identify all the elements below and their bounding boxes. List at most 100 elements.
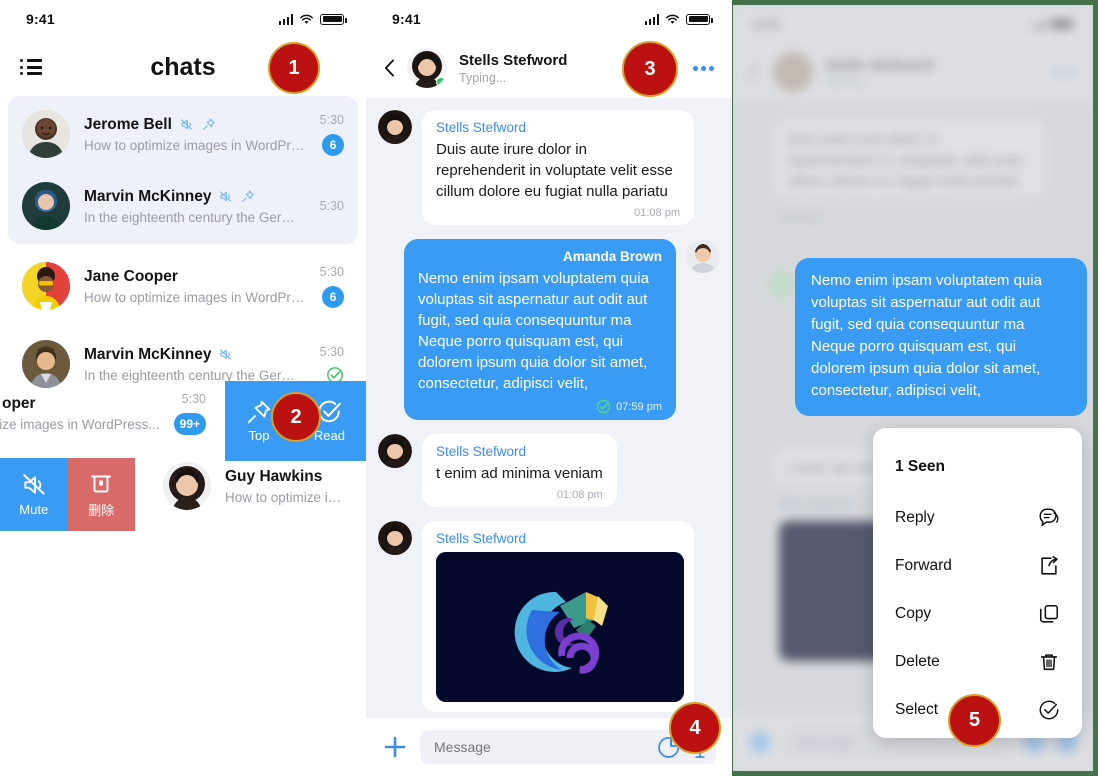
read-check-icon <box>597 399 611 414</box>
chat-list-item-jane-cooper[interactable]: Jane Cooper How to optimize images in Wo… <box>8 250 358 322</box>
chat-item-name: Marvin McKinney <box>84 187 212 205</box>
swipe-action-label: Top <box>248 428 270 443</box>
forward-share-icon <box>1041 556 1058 575</box>
avatar <box>378 521 412 555</box>
context-menu-item-forward[interactable]: Forward <box>873 542 1082 590</box>
status-time: 9:41 <box>392 11 421 27</box>
chat-item-meta: 5:30 <box>320 345 344 384</box>
message-list: Stells Stefword Duis aute irure dolor in… <box>366 98 732 754</box>
phone-panel-context-menu-inner: 9:41 Stells Stefword Typing... Duis aute… <box>733 5 1093 771</box>
context-menu-item-label: Copy <box>895 605 932 622</box>
conversation-contact-name-blurred: Stells Stefword <box>825 56 934 74</box>
pin-icon <box>202 118 215 130</box>
status-bar-panel1: 9:41 <box>0 0 366 38</box>
chat-item-time: 5:30 <box>319 112 344 127</box>
message-sender: Stells Stefword <box>436 120 527 135</box>
message-row-blurred: Duis aute irure dolor in reprehenderit i… <box>745 119 1081 198</box>
chat-item-name: oper <box>2 395 36 412</box>
chat-item-content: Guy Hawkins How to optimize images in W <box>225 468 352 505</box>
message-meta: 01:08 pm <box>436 207 680 219</box>
battery-full-icon <box>320 13 347 25</box>
chat-list-item-jerome-bell[interactable]: Jerome Bell How to optimize images in Wo… <box>8 98 358 170</box>
list-menu-icon[interactable] <box>20 59 42 75</box>
pin-icon <box>242 190 255 202</box>
context-menu-item-copy[interactable]: Copy <box>873 590 1082 638</box>
swipe-action-label: Read <box>313 428 345 443</box>
step-marker-1: 1 <box>268 42 320 94</box>
context-menu-item-label: Delete <box>895 653 940 670</box>
message-bubble-incoming-blurred: Duis aute irure dolor in reprehenderit i… <box>773 119 1045 198</box>
wifi-icon <box>666 14 679 24</box>
message-bubble-incoming[interactable]: Stells Stefword t enim ad minima veniam … <box>422 434 617 507</box>
message-bubble-outgoing[interactable]: Amanda Brown Nemo enim ipsam voluptatem … <box>404 239 676 420</box>
battery-full-icon <box>686 13 713 25</box>
message-meta: 07:59 pm <box>418 399 662 414</box>
context-menu-item-reply[interactable]: Reply <box>873 494 1082 542</box>
message-bubble-incoming[interactable]: Stells Stefword Duis aute irure dolor in… <box>422 110 694 225</box>
swipe-action-delete[interactable]: 删除 <box>67 458 135 531</box>
avatar <box>22 110 70 158</box>
unread-badge: 99+ <box>173 413 206 435</box>
check-circle-outline-icon <box>1039 700 1059 720</box>
chat-list-item-marvin-mckinney-1[interactable]: Marvin McKinney In the eighteenth centur… <box>8 170 358 242</box>
context-menu-item-label: Forward <box>895 557 952 574</box>
message-sender: Stells Stefword <box>436 444 527 459</box>
online-status-dot <box>436 77 446 87</box>
avatar[interactable] <box>407 48 447 88</box>
message-bubble-image[interactable]: Stells Stefword <box>422 521 694 712</box>
message-time: 07:59 pm <box>616 400 662 413</box>
avatar-blurred <box>773 52 813 92</box>
avatar <box>22 262 70 310</box>
message-image-attachment[interactable] <box>436 552 684 702</box>
chat-item-meta: 5:30 6 <box>320 113 344 156</box>
conversation-contact-status-blurred: Typing... <box>825 73 873 88</box>
message-row: Stells Stefword <box>378 521 720 712</box>
chat-item-preview: How to optimize images in WordPress for.… <box>84 289 306 305</box>
wifi-icon <box>300 14 313 24</box>
avatar <box>378 434 412 468</box>
chat-item-preview: In the eighteenth century the German phi… <box>84 209 306 225</box>
message-sender: Stells Stefword <box>436 531 527 546</box>
swipe-action-mute[interactable]: Mute <box>0 458 68 531</box>
status-bar-panel2: 9:41 <box>366 0 732 38</box>
message-sender: Amanda Brown <box>562 249 662 264</box>
plus-icon-blurred <box>749 731 771 753</box>
trash-icon <box>91 475 112 493</box>
message-row: Stells Stefword Duis aute irure dolor in… <box>378 110 720 225</box>
chat-item-meta: 5:30 <box>320 199 344 213</box>
cellular-signal-icon <box>1031 18 1046 30</box>
trash-outline-icon <box>1040 654 1058 671</box>
chat-item-time: 5:30 <box>181 392 206 406</box>
status-icons <box>644 13 713 25</box>
message-text: t enim ad minima veniam <box>436 465 603 482</box>
message-time-blurred: 01:08 pm <box>779 212 825 224</box>
message-text-blurred: Duis aute irure dolor in reprehenderit i… <box>787 131 1024 190</box>
chat-list: Jerome Bell How to optimize images in Wo… <box>0 96 366 400</box>
swipe-action-top[interactable]: Top <box>246 399 272 443</box>
more-horizontal-icon[interactable] <box>693 65 714 71</box>
avatar <box>686 239 720 273</box>
message-text: Duis aute irure dolor in reprehenderit i… <box>436 141 673 200</box>
chat-item-time: 5:30 <box>319 199 344 213</box>
avatar <box>22 182 70 230</box>
chat-item-content: Marvin McKinney In the eighteenth centur… <box>84 346 306 383</box>
context-menu-item-label: Reply <box>895 509 935 526</box>
plus-icon[interactable] <box>382 734 408 760</box>
phone-panel-conversation: 9:41 Stells Stefword Typing... Stells St… <box>366 0 732 776</box>
chat-item-name: Guy Hawkins <box>225 467 323 485</box>
cellular-signal-icon <box>278 13 293 25</box>
chat-item-meta: 5:30 6 <box>320 265 344 308</box>
more-horizontal-icon-blurred <box>1054 69 1075 75</box>
copy-icon <box>1039 604 1059 623</box>
highlighted-message-bubble[interactable]: Nemo enim ipsam voluptatem quia voluptas… <box>795 258 1087 416</box>
context-menu: 1 Seen Reply Forward Copy Delete Select <box>873 428 1082 738</box>
chat-item-time: 5:30 <box>319 264 344 279</box>
swipe-action-label: Mute <box>19 502 49 517</box>
message-row: Amanda Brown Nemo enim ipsam voluptatem … <box>378 239 720 420</box>
avatar <box>22 340 70 388</box>
context-menu-item-delete[interactable]: Delete <box>873 638 1082 686</box>
avatar <box>163 462 211 510</box>
unread-badge: 6 <box>322 285 344 308</box>
chevron-left-icon[interactable] <box>384 59 395 77</box>
step-marker-4: 4 <box>669 702 721 754</box>
